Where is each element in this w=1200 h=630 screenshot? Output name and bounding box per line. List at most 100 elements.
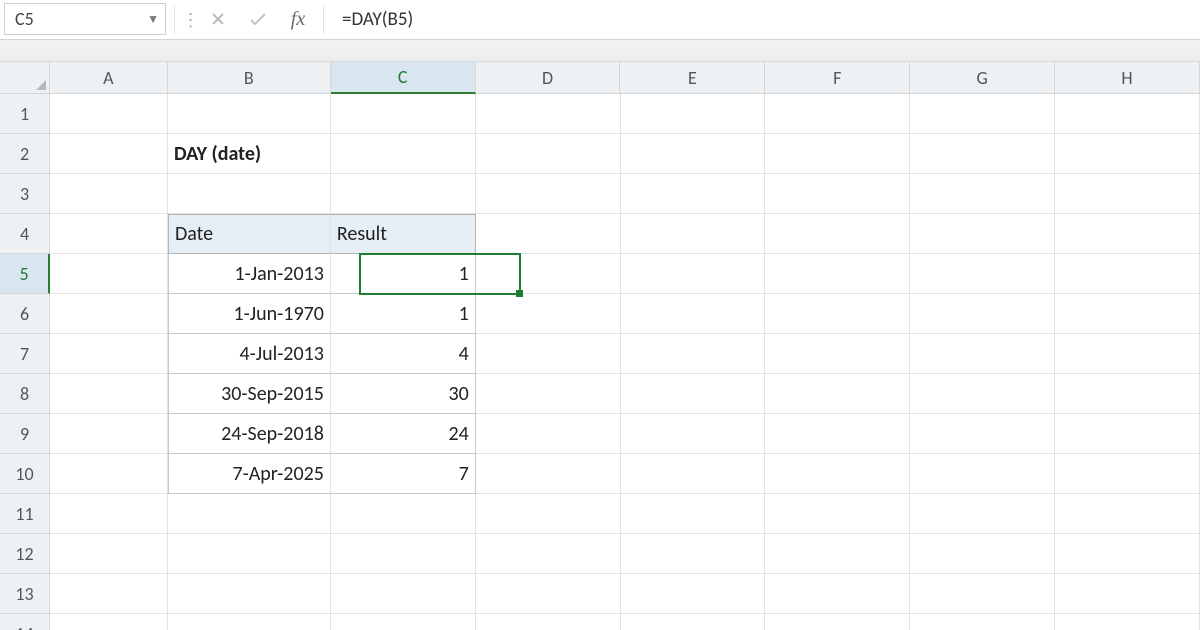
cell[interactable] xyxy=(50,254,168,294)
cell[interactable] xyxy=(910,134,1055,174)
cell[interactable] xyxy=(621,334,766,374)
row-header-13[interactable]: 13 xyxy=(0,574,50,614)
cell[interactable] xyxy=(1055,334,1200,374)
column-header-D[interactable]: D xyxy=(476,62,621,94)
table-cell-date[interactable]: 7-Apr-2025 xyxy=(168,454,331,494)
fx-icon[interactable]: fx xyxy=(281,3,315,36)
cell[interactable] xyxy=(910,334,1055,374)
cell[interactable] xyxy=(476,534,621,574)
row-header-9[interactable]: 9 xyxy=(0,414,50,454)
cell[interactable] xyxy=(621,214,766,254)
row-header-5[interactable]: 5 xyxy=(0,254,50,294)
cell[interactable] xyxy=(50,334,168,374)
cell[interactable] xyxy=(910,294,1055,334)
cell[interactable] xyxy=(910,94,1055,134)
enter-button[interactable] xyxy=(241,3,275,35)
cell[interactable] xyxy=(476,94,621,134)
cell[interactable] xyxy=(168,94,331,134)
row-header-8[interactable]: 8 xyxy=(0,374,50,414)
cell[interactable] xyxy=(50,134,168,174)
row-header-6[interactable]: 6 xyxy=(0,294,50,334)
cell[interactable] xyxy=(765,454,910,494)
cell[interactable] xyxy=(50,614,168,630)
cell[interactable] xyxy=(910,254,1055,294)
column-header-C[interactable]: C xyxy=(331,62,476,94)
cell[interactable] xyxy=(476,334,621,374)
cell[interactable] xyxy=(1055,374,1200,414)
cell[interactable] xyxy=(765,294,910,334)
cell[interactable] xyxy=(331,134,476,174)
row-header-2[interactable]: 2 xyxy=(0,134,50,174)
formula-input[interactable]: =DAY(B5) xyxy=(332,3,1196,36)
column-header-E[interactable]: E xyxy=(620,62,765,94)
cell[interactable] xyxy=(331,574,476,614)
cell[interactable] xyxy=(331,614,476,630)
cell[interactable] xyxy=(1055,414,1200,454)
cell[interactable] xyxy=(621,94,766,134)
cell[interactable] xyxy=(50,494,168,534)
cancel-button[interactable] xyxy=(201,3,235,35)
cell[interactable] xyxy=(910,454,1055,494)
cell[interactable] xyxy=(168,174,331,214)
column-header-F[interactable]: F xyxy=(765,62,910,94)
cell[interactable] xyxy=(621,534,766,574)
column-header-B[interactable]: B xyxy=(168,62,331,94)
cell[interactable] xyxy=(765,214,910,254)
cell[interactable] xyxy=(621,494,766,534)
cell[interactable] xyxy=(1055,174,1200,214)
cell[interactable] xyxy=(331,494,476,534)
cell[interactable] xyxy=(621,254,766,294)
cell[interactable] xyxy=(765,614,910,630)
cell[interactable] xyxy=(476,134,621,174)
table-header-date[interactable]: Date xyxy=(168,214,331,254)
cell[interactable] xyxy=(765,134,910,174)
table-cell-date[interactable]: 1-Jan-2013 xyxy=(168,254,331,294)
cell[interactable] xyxy=(50,174,168,214)
cell[interactable] xyxy=(476,214,621,254)
cell[interactable] xyxy=(910,214,1055,254)
table-cell-result[interactable]: 24 xyxy=(331,414,476,454)
row-header-12[interactable]: 12 xyxy=(0,534,50,574)
cell[interactable] xyxy=(765,94,910,134)
cell[interactable] xyxy=(331,174,476,214)
cell[interactable] xyxy=(621,134,766,174)
cell[interactable] xyxy=(476,614,621,630)
cell[interactable] xyxy=(1055,254,1200,294)
cell[interactable] xyxy=(621,294,766,334)
select-all-button[interactable] xyxy=(0,62,50,94)
cell[interactable] xyxy=(168,574,331,614)
table-cell-result[interactable]: 7 xyxy=(331,454,476,494)
table-cell-result[interactable]: 30 xyxy=(331,374,476,414)
table-cell-date[interactable]: 30-Sep-2015 xyxy=(168,374,331,414)
cell[interactable] xyxy=(1055,134,1200,174)
cell[interactable] xyxy=(910,414,1055,454)
cell[interactable] xyxy=(1055,574,1200,614)
cell[interactable] xyxy=(168,494,331,534)
cell[interactable] xyxy=(168,534,331,574)
cell[interactable] xyxy=(765,534,910,574)
row-header-3[interactable]: 3 xyxy=(0,174,50,214)
cell[interactable] xyxy=(621,614,766,630)
cell[interactable] xyxy=(50,414,168,454)
cell[interactable] xyxy=(621,414,766,454)
cell[interactable] xyxy=(1055,294,1200,334)
cell[interactable] xyxy=(50,214,168,254)
cell[interactable] xyxy=(621,454,766,494)
cell[interactable] xyxy=(910,174,1055,214)
cell[interactable] xyxy=(765,254,910,294)
cell[interactable] xyxy=(476,374,621,414)
cell[interactable] xyxy=(765,334,910,374)
drag-handle-icon[interactable]: ⋮ xyxy=(183,3,195,36)
cell[interactable] xyxy=(765,414,910,454)
column-header-A[interactable]: A xyxy=(50,62,168,94)
table-cell-result[interactable]: 1 xyxy=(331,294,476,334)
row-header-14[interactable]: 14 xyxy=(0,614,50,630)
cell[interactable] xyxy=(910,374,1055,414)
cell[interactable] xyxy=(476,454,621,494)
cell[interactable] xyxy=(476,494,621,534)
cell[interactable] xyxy=(331,94,476,134)
cell[interactable] xyxy=(476,174,621,214)
row-header-7[interactable]: 7 xyxy=(0,334,50,374)
cell[interactable] xyxy=(621,374,766,414)
row-header-1[interactable]: 1 xyxy=(0,94,50,134)
